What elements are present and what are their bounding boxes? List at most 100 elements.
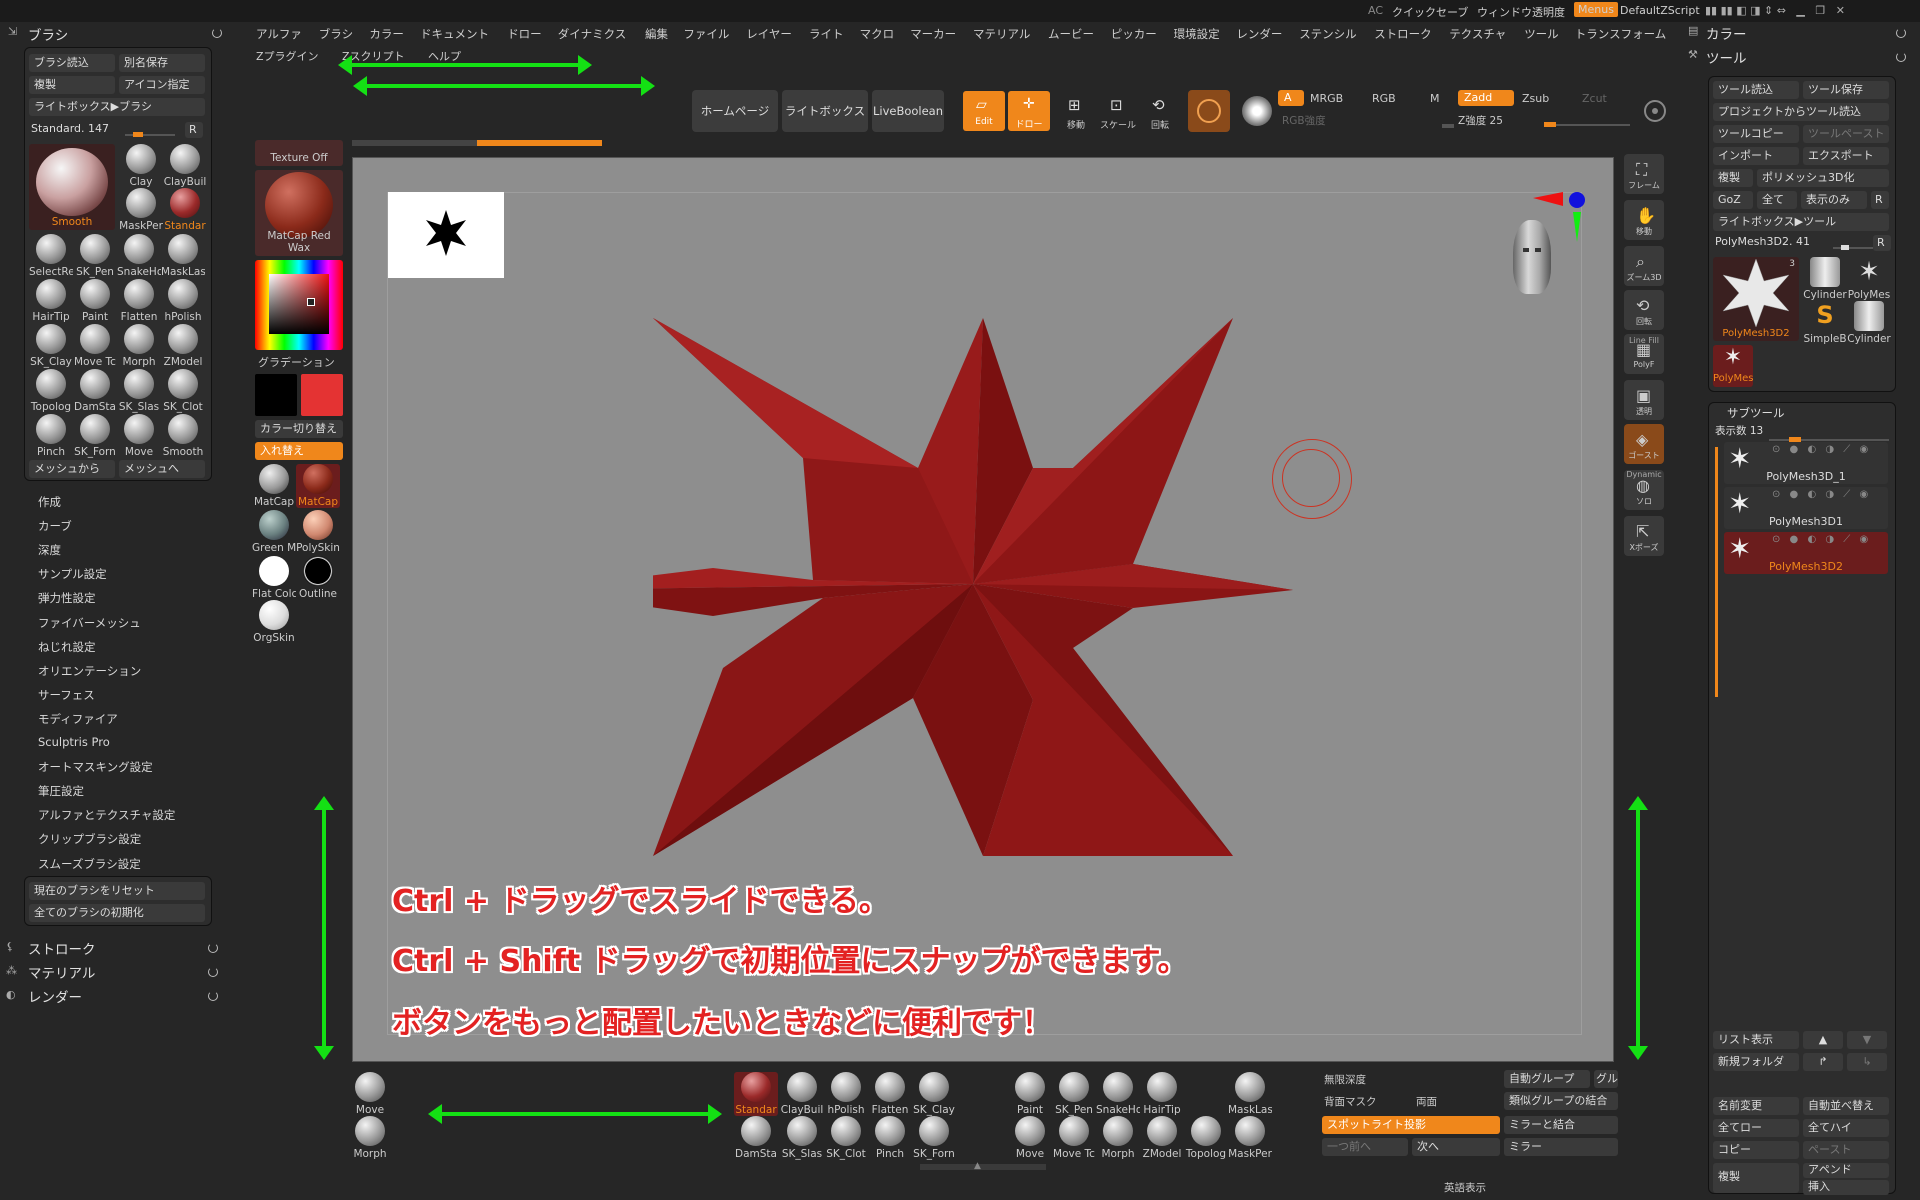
menu-item[interactable]: ムービー: [1048, 26, 1094, 42]
z-intensity-slider[interactable]: Z強度 25: [1458, 112, 1630, 128]
menu-item[interactable]: ブラシ: [319, 26, 353, 42]
brush-save-as-button[interactable]: 別名保存: [119, 54, 205, 72]
to-mesh-button[interactable]: メッシュへ: [119, 460, 205, 478]
window-opacity-slider[interactable]: ウィンドウ透明度: [1477, 4, 1565, 20]
new-folder-button[interactable]: 新規フォルダ: [1713, 1053, 1799, 1071]
backface-mask-toggle[interactable]: 背面マスク: [1324, 1094, 1377, 1109]
shelf-brush[interactable]: SK_Pen: [1052, 1072, 1096, 1116]
current-brush-thumbnail[interactable]: Smooth: [29, 144, 115, 230]
brush-thumb[interactable]: ZModel: [161, 324, 205, 368]
star-mesh[interactable]: [653, 318, 1293, 878]
arrow-return-button[interactable]: ↳: [1847, 1053, 1887, 1071]
brush-section-item[interactable]: ファイバーメッシュ: [38, 615, 141, 631]
brush-thumb[interactable]: Move Tc: [73, 324, 117, 368]
swap-button[interactable]: 入れ替え: [255, 442, 343, 460]
tool-thumb-polymesh-selected[interactable]: ✶ PolyMes: [1713, 345, 1753, 387]
right-shelf-button[interactable]: ✋ 移動: [1624, 200, 1664, 240]
tool-lightbox-button[interactable]: ライトボックス▶ツール: [1713, 213, 1889, 231]
brush-clone-button[interactable]: 複製: [29, 76, 115, 94]
visibility-icon[interactable]: ⊙ ● ◐ ◑ ⟋ ◉: [1772, 444, 1871, 455]
color-picker[interactable]: [255, 260, 343, 350]
brush-section-item[interactable]: オートマスキング設定: [38, 759, 153, 775]
infinite-depth-toggle[interactable]: 無限深度: [1324, 1072, 1500, 1088]
brush-thumb[interactable]: SK_Slas: [117, 369, 161, 413]
shelf-brush[interactable]: ZModel: [1140, 1116, 1184, 1160]
brush-slider[interactable]: [125, 132, 175, 137]
menu-item[interactable]: ライト: [809, 26, 844, 42]
tool-r2-button[interactable]: R: [1873, 235, 1891, 251]
menu-item[interactable]: ドキュメント: [420, 26, 489, 42]
shelf-brush[interactable]: Flatten: [868, 1072, 912, 1116]
brush-thumb[interactable]: MaskLas: [161, 234, 205, 278]
menu-item[interactable]: アルファ: [256, 26, 302, 42]
visibility-icon[interactable]: ⊙ ● ◐ ◑ ⟋ ◉: [1772, 534, 1871, 545]
arrow-redo-button[interactable]: ↱: [1803, 1053, 1843, 1071]
shelf-brush[interactable]: SK_Slas: [780, 1116, 824, 1160]
mrgb-toggle[interactable]: MRGB: [1310, 92, 1343, 105]
tool-thumb-polymesh[interactable]: ✶ PolyMes: [1847, 257, 1891, 301]
brush-section-item[interactable]: ねじれ設定: [38, 639, 96, 655]
subtool-scroll[interactable]: [1715, 447, 1718, 697]
shelf-brush[interactable]: SK_Forn: [912, 1116, 956, 1160]
shelf-brush[interactable]: MaskLas: [1228, 1072, 1272, 1116]
brush-thumb[interactable]: Flatten: [117, 279, 161, 323]
right-shelf-button[interactable]: ◈ ゴースト: [1624, 424, 1664, 464]
next-button[interactable]: 次へ: [1412, 1138, 1500, 1156]
append-button[interactable]: アペンド: [1803, 1163, 1889, 1178]
brush-section-item[interactable]: 弾力性設定: [38, 590, 96, 606]
reset-current-brush-button[interactable]: 現在のブラシをリセット: [29, 882, 205, 900]
current-tool-thumbnail[interactable]: PolyMesh3D2 3: [1713, 257, 1799, 341]
tool-thumb-cylinder[interactable]: Cylinder: [1803, 257, 1847, 301]
brush-thumb[interactable]: Clay: [119, 144, 163, 188]
import-button[interactable]: インポート: [1713, 147, 1799, 165]
rename-button[interactable]: 名前変更: [1713, 1097, 1799, 1115]
shelf-brush[interactable]: SK_Clot: [824, 1116, 868, 1160]
a-toggle[interactable]: A: [1278, 90, 1304, 106]
brush-thumb[interactable]: Pinch: [29, 414, 73, 458]
auto-group-button[interactable]: 自動グループ: [1504, 1070, 1590, 1088]
brush-thumb[interactable]: hPolish: [161, 279, 205, 323]
shelf-brush[interactable]: Topolog: [1184, 1116, 1228, 1160]
brush-thumb[interactable]: SK_Pen: [73, 234, 117, 278]
make-polymesh3d-button[interactable]: ポリメッシュ3D化: [1757, 169, 1889, 187]
tool-copy-button[interactable]: ツールコピー: [1713, 125, 1799, 143]
shelf-brush[interactable]: Morph: [1096, 1116, 1140, 1160]
menu-item[interactable]: ピッカー: [1111, 26, 1157, 42]
homepage-button[interactable]: ホームページ: [692, 90, 778, 132]
tool-thumb-cylinder-2[interactable]: Cylinder: [1847, 301, 1891, 345]
target-icon[interactable]: [1644, 100, 1666, 122]
brush-section-item[interactable]: モディファイア: [38, 711, 118, 727]
brush-thumb[interactable]: SelectRe: [29, 234, 73, 278]
all-low-button[interactable]: 全てロー: [1713, 1119, 1799, 1137]
shelf-brush[interactable]: Pinch: [868, 1116, 912, 1160]
refresh-icon[interactable]: [1896, 52, 1906, 62]
brush-thumb[interactable]: Topolog: [29, 369, 73, 413]
menu-item[interactable]: ダイナミクス: [558, 26, 626, 42]
m-toggle[interactable]: M: [1430, 92, 1440, 105]
window-controls-icon[interactable]: ▮▮ ▮▮ ◧ ◨ ⇕ ⇔ ▁ ❐ ✕: [1705, 4, 1845, 17]
liveboolean-button[interactable]: LiveBoolean: [872, 90, 944, 132]
move-up-button[interactable]: ▲: [1803, 1031, 1843, 1049]
brush-thumb[interactable]: Move: [117, 414, 161, 458]
tool-slider[interactable]: [1833, 245, 1873, 250]
zadd-toggle[interactable]: Zadd: [1458, 90, 1514, 106]
brush-lightbox-button[interactable]: ライトボックス▶ブラシ: [29, 98, 205, 116]
bottom-move-brush[interactable]: Move: [348, 1072, 392, 1116]
color-palette-header[interactable]: ▤ カラー: [1688, 22, 1920, 43]
list-view-button[interactable]: リスト表示: [1713, 1031, 1799, 1049]
main-color-swatch[interactable]: [301, 374, 343, 416]
texture-thumbnail[interactable]: Texture Off: [255, 140, 343, 166]
brush-section-item[interactable]: オリエンテーション: [38, 663, 141, 679]
merge-similar-button[interactable]: 類似グループの結合: [1504, 1092, 1618, 1110]
material-thumb[interactable]: MatCap: [296, 464, 340, 508]
brush-thumb[interactable]: HairTip: [29, 279, 73, 323]
right-shelf-button[interactable]: ⇱ Xポーズ: [1624, 516, 1664, 556]
menu-item[interactable]: 環境設定: [1174, 26, 1220, 42]
menu-item[interactable]: レイヤー: [746, 26, 792, 42]
display-count-slider[interactable]: [1769, 437, 1889, 442]
brush-section-item[interactable]: サンプル設定: [38, 566, 107, 582]
subtool-item[interactable]: ✶ ⊙ ● ◐ ◑ ⟋ ◉ PolyMesh3D_1: [1724, 442, 1888, 484]
material-mode-button[interactable]: [1188, 90, 1230, 132]
axis-gizmo-icon[interactable]: [1521, 188, 1591, 258]
shelf-brush[interactable]: hPolish: [824, 1072, 868, 1116]
